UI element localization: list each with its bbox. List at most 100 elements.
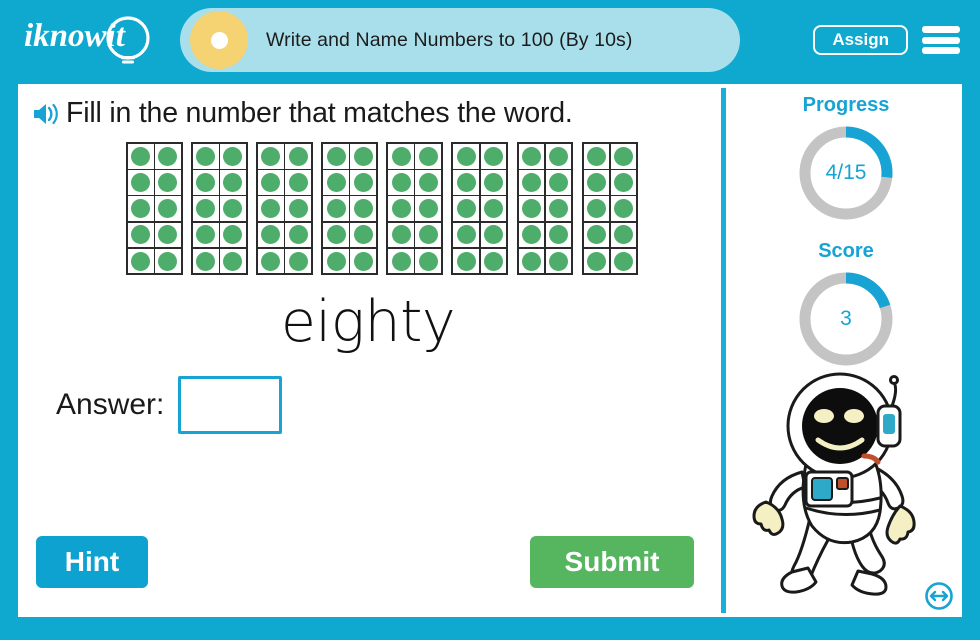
counter-dot	[223, 251, 243, 271]
tenframe-cell	[583, 222, 610, 248]
tenframe-cell	[610, 170, 637, 195]
counter-dot	[418, 251, 438, 271]
tenframe-cell	[453, 144, 479, 169]
counter-dot	[326, 225, 346, 245]
tenframe-cell	[258, 196, 284, 221]
tenframe-cell	[323, 248, 349, 274]
tenframe-cell	[128, 170, 154, 195]
counter-dot	[131, 199, 151, 219]
tenframe-cell	[258, 222, 284, 248]
counter-dot	[353, 251, 373, 271]
counter-dot	[456, 172, 476, 192]
astronaut-mascot	[736, 368, 954, 598]
tenframe	[191, 142, 248, 276]
resize-horizontal-icon[interactable]	[924, 581, 954, 611]
score-value: 3	[840, 307, 852, 330]
counter-dot	[196, 146, 216, 166]
progress-block: Progress 4/15	[730, 94, 962, 225]
counter-dot	[223, 172, 243, 192]
tenframe-cell	[583, 170, 610, 195]
answer-label: Answer:	[56, 388, 165, 421]
iknowit-logo[interactable]: iknowit	[22, 12, 170, 68]
tenframe-cell	[285, 196, 311, 221]
tenframe-cell	[193, 144, 219, 169]
speaker-audio-icon[interactable]	[32, 101, 62, 127]
tenframe-cell	[258, 170, 284, 195]
tenframe-cell	[610, 196, 637, 221]
counter-dot	[223, 146, 243, 166]
hamburger-menu-icon[interactable]	[922, 24, 960, 56]
answer-input[interactable]	[178, 376, 283, 434]
counter-dot	[261, 225, 281, 245]
tenframe-cell	[323, 222, 349, 248]
counter-dot	[261, 172, 281, 192]
tenframe-cell	[285, 222, 311, 248]
counter-dot	[521, 225, 541, 245]
counter-dot	[131, 251, 151, 271]
app-header: iknowit Write and Name Numbers to 100 (B…	[0, 0, 980, 78]
tenframe-cell	[545, 144, 572, 169]
tenframe	[581, 142, 639, 276]
tenframe-cell	[128, 196, 154, 221]
tenframe-cell	[220, 248, 246, 274]
tenframe-cell	[480, 170, 507, 195]
tenframe-cell	[453, 196, 479, 221]
counter-dot	[483, 251, 503, 271]
counter-dot	[288, 172, 308, 192]
counter-dot	[586, 146, 606, 166]
tenframe-cell	[610, 222, 637, 248]
counter-dot	[131, 225, 151, 245]
question-area: Fill in the number that matches the word…	[18, 84, 718, 617]
counter-dot	[521, 251, 541, 271]
tenframe-cell	[415, 196, 441, 221]
counter-dot	[548, 199, 568, 219]
tenframe-cell	[480, 248, 507, 274]
progress-ring: 4/15	[794, 121, 898, 225]
tenframe	[256, 142, 313, 276]
counter-dot	[196, 199, 216, 219]
tenframe-cell	[350, 144, 376, 169]
tenframe-cell	[155, 222, 181, 248]
counter-dot	[288, 199, 308, 219]
counter-dot	[326, 146, 346, 166]
counter-dot	[223, 199, 243, 219]
answer-row: Answer:	[56, 376, 283, 434]
counter-dot	[353, 225, 373, 245]
tenframe-cell	[518, 222, 545, 248]
score-block: Score 3	[730, 240, 962, 371]
tenframe-cell	[415, 144, 441, 169]
counter-dot	[131, 172, 151, 192]
counter-dot	[586, 172, 606, 192]
tenframe-cell	[323, 196, 349, 221]
status-panel: Progress 4/15 Score 3	[730, 84, 962, 617]
submit-button[interactable]: Submit	[530, 536, 694, 588]
tenframe-cell	[545, 248, 572, 274]
tenframe-cell	[545, 222, 572, 248]
tenframe-cell	[258, 248, 284, 274]
tenframe-cell	[518, 196, 545, 221]
counter-dot	[158, 199, 178, 219]
counter-dot	[521, 172, 541, 192]
tenframe-cell	[388, 170, 414, 195]
counter-dot	[614, 199, 633, 219]
counter-dot	[586, 251, 606, 271]
assign-button[interactable]: Assign	[813, 25, 908, 55]
counter-dot	[223, 225, 243, 245]
counter-dot	[288, 225, 308, 245]
counter-dot	[261, 199, 281, 219]
tenframe-cell	[415, 222, 441, 248]
tenframe-cell	[220, 196, 246, 221]
hint-button[interactable]: Hint	[36, 536, 148, 588]
counter-dot	[483, 172, 503, 192]
counter-dot	[353, 146, 373, 166]
counter-dot	[158, 251, 178, 271]
counter-dot	[483, 146, 503, 166]
counter-dot	[418, 172, 438, 192]
counter-dot	[548, 172, 568, 192]
tenframe-cell	[388, 248, 414, 274]
number-word: eighty	[280, 289, 456, 355]
tenframe-cell	[583, 196, 610, 221]
counter-dot	[614, 146, 633, 166]
counter-dot	[456, 146, 476, 166]
app-window: iknowit Write and Name Numbers to 100 (B…	[0, 0, 980, 640]
